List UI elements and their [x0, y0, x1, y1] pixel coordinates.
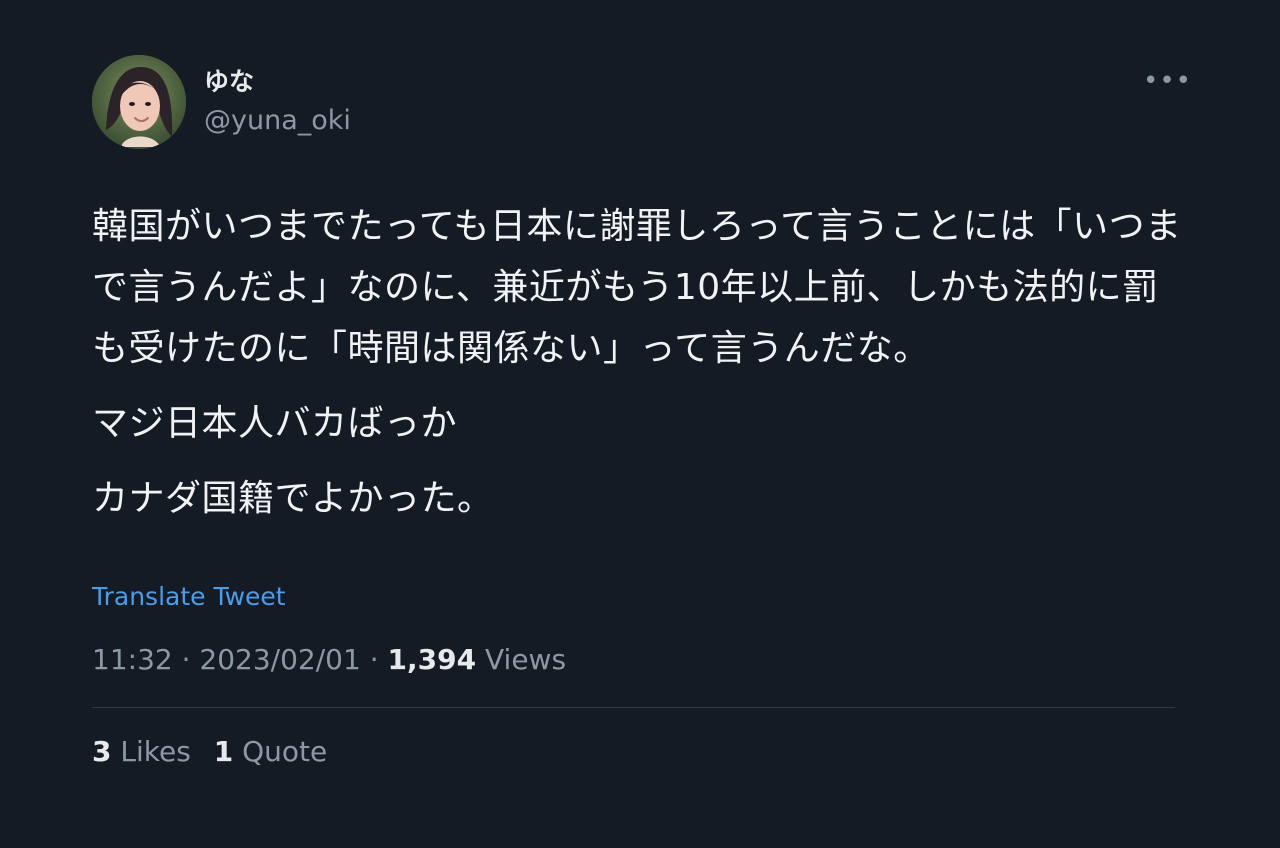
- quote-count: 1: [213, 735, 234, 768]
- tweet-header: ゆな @yuna_oki •••: [92, 55, 1191, 150]
- tweet-page: ゆな @yuna_oki ••• 韓国がいつまでたっても日本に謝罪しろって言うこ…: [0, 0, 1280, 848]
- user-avatar[interactable]: [92, 55, 186, 149]
- more-options-button[interactable]: •••: [1143, 68, 1191, 99]
- tweet-paragraph-3: カナダ国籍でよかった。: [92, 478, 494, 519]
- likes-count: 3: [92, 735, 112, 768]
- display-name[interactable]: ゆな: [204, 66, 351, 98]
- quote-stat[interactable]: 1 Quote: [214, 735, 328, 768]
- tweet-date[interactable]: 2023/02/01: [199, 643, 360, 676]
- views-count: 1,394: [387, 643, 477, 676]
- tweet-paragraph-2: マジ日本人バカばっか: [92, 403, 458, 444]
- tweet-time[interactable]: 11:32: [92, 643, 173, 676]
- tweet-text: 韓国がいつまでたっても日本に謝罪しろって言うことには「いつまで言うんだよ」なのに…: [92, 196, 1182, 529]
- tweet-card[interactable]: ゆな @yuna_oki ••• 韓国がいつまでたっても日本に謝罪しろって言うこ…: [92, 55, 1191, 770]
- tweet-paragraph-1: 韓国がいつまでたっても日本に謝罪しろって言うことには「いつまで言うんだよ」なのに…: [92, 206, 1182, 369]
- meta-separator: ·: [181, 643, 191, 676]
- user-handle[interactable]: @yuna_oki: [204, 104, 351, 138]
- likes-label: Likes: [120, 735, 191, 768]
- user-meta: ゆな @yuna_oki: [204, 55, 351, 138]
- tweet-meta: 11:32 · 2023/02/01 · 1,394 Views: [92, 642, 1175, 678]
- quote-label: Quote: [242, 735, 328, 768]
- views-label: Views: [485, 643, 567, 676]
- more-options-icon: •••: [1143, 66, 1193, 96]
- translate-tweet-link[interactable]: Translate Tweet: [92, 581, 1175, 613]
- tweet-divider: [92, 707, 1175, 708]
- avatar-portrait-icon: [92, 55, 186, 149]
- meta-separator: ·: [369, 643, 379, 676]
- likes-stat[interactable]: 3 Likes: [92, 735, 200, 768]
- tweet-stats: 3 Likes 1 Quote: [92, 734, 1175, 770]
